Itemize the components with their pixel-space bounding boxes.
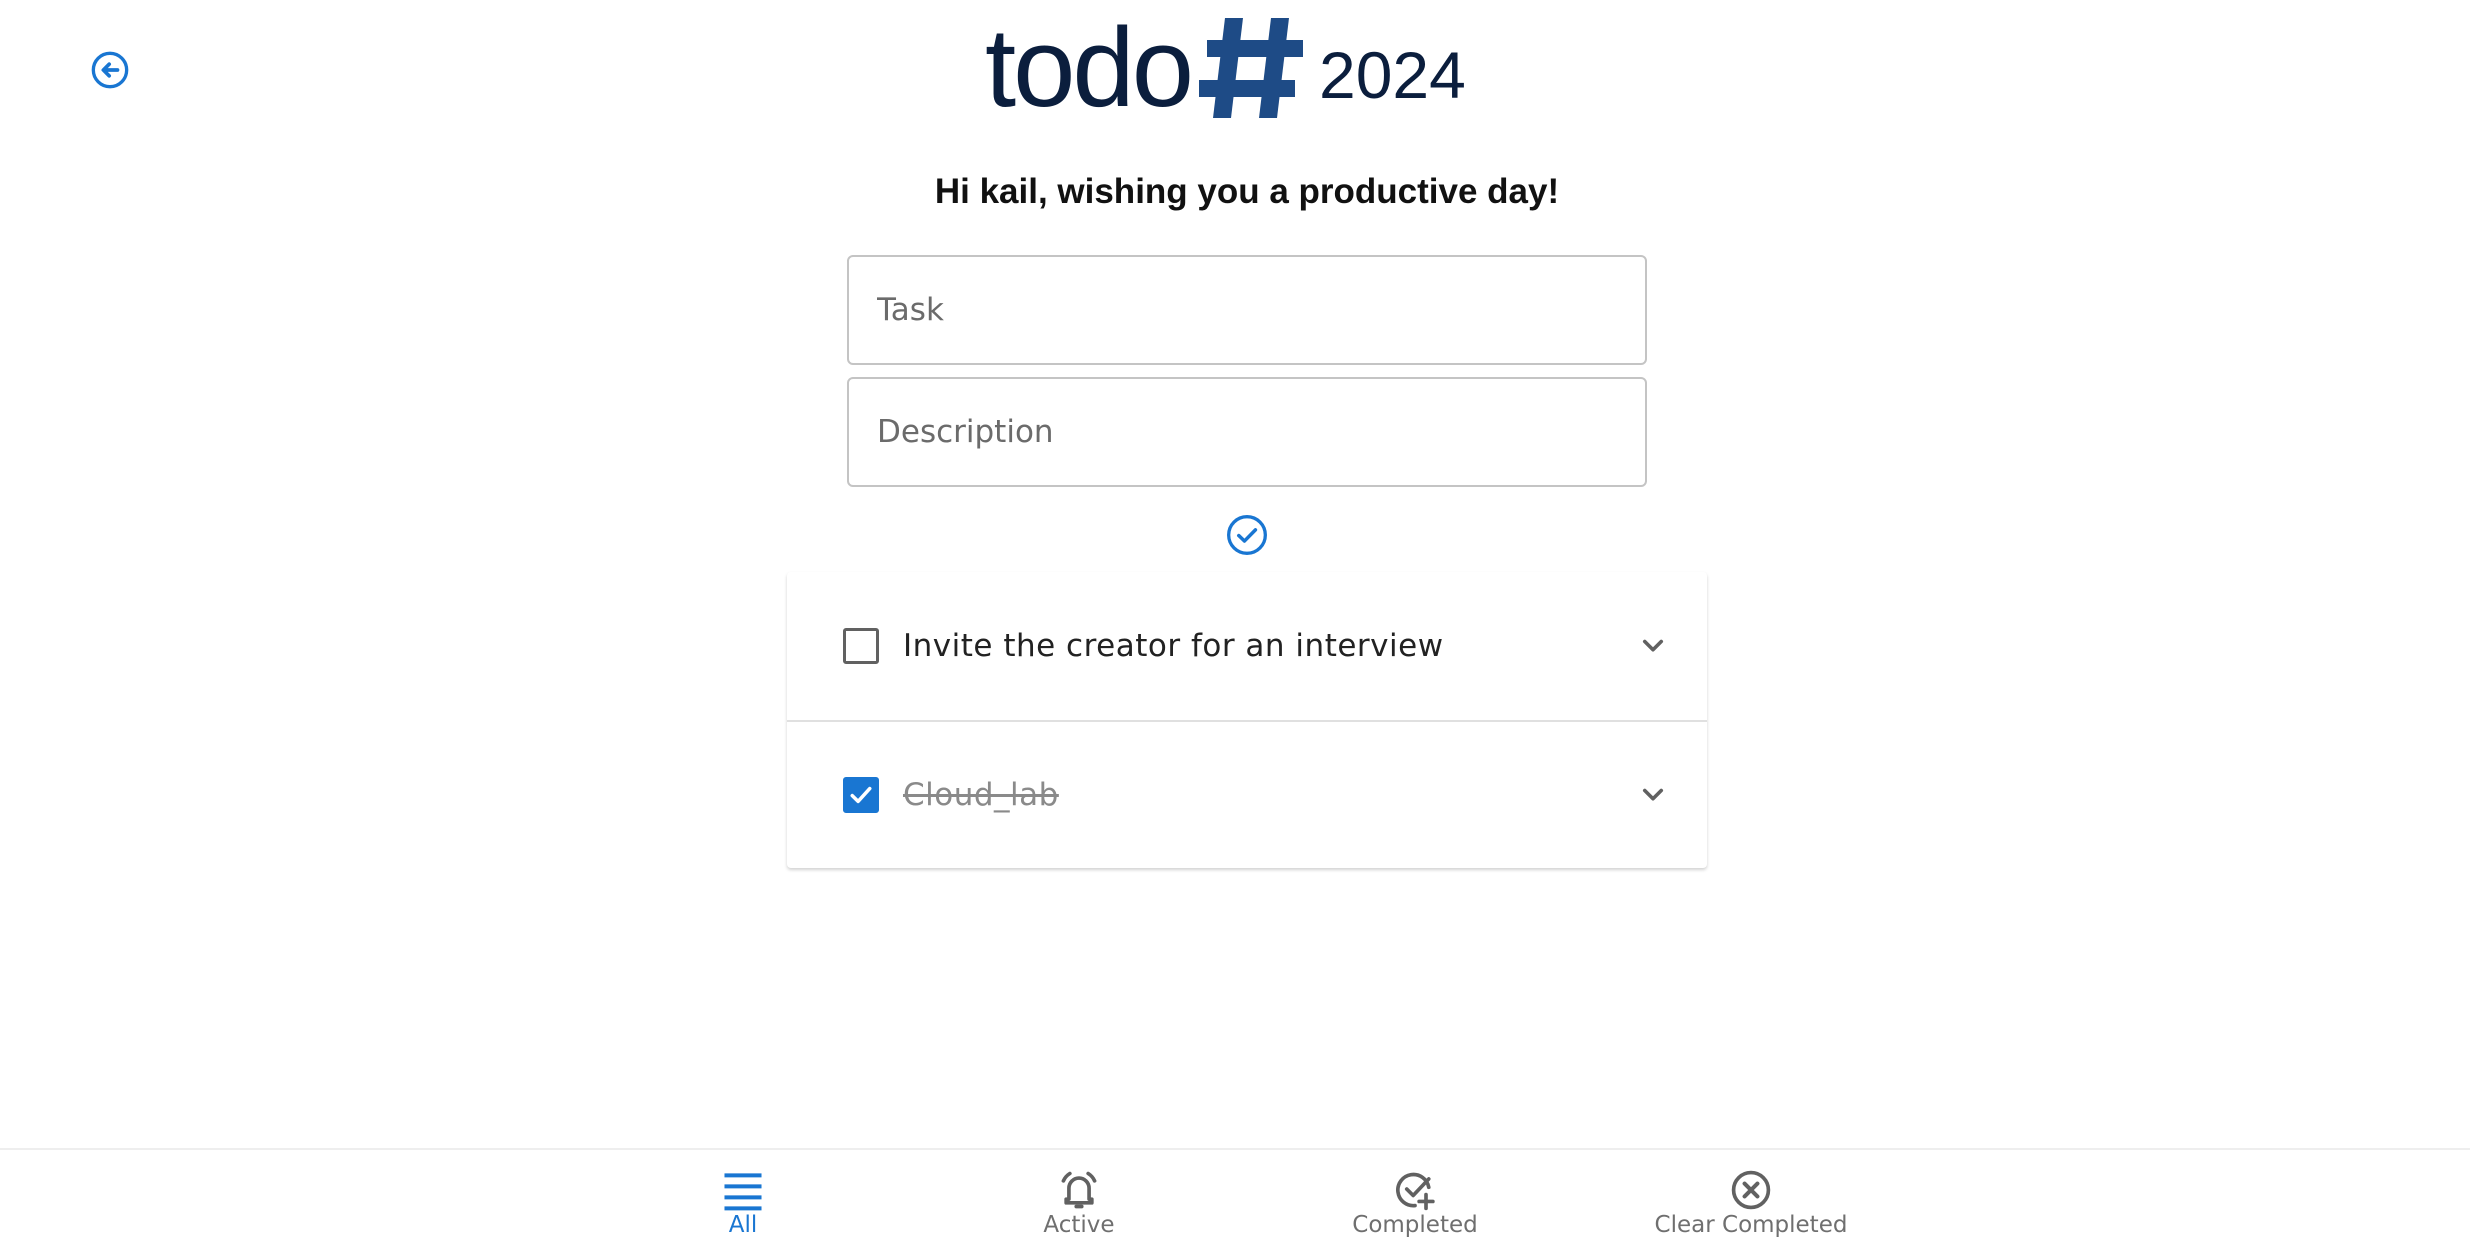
description-input[interactable] xyxy=(849,379,1645,485)
hashtag-logo-icon xyxy=(1198,18,1303,118)
todo-app: todo 2024 Hi kail, wishing you a product… xyxy=(0,0,2470,1242)
todo-checkbox[interactable] xyxy=(843,628,879,664)
menu-icon xyxy=(724,1173,762,1211)
logo-word: todo xyxy=(985,5,1194,130)
nav-clear-completed-label: Clear Completed xyxy=(1654,1212,1848,1238)
description-field[interactable] xyxy=(847,377,1647,487)
greeting-heading: Hi kail, wishing you a productive day! xyxy=(934,172,1560,211)
nav-completed[interactable]: Completed xyxy=(1305,1168,1525,1238)
app-logo: todo 2024 xyxy=(985,5,1466,130)
nav-active-label: Active xyxy=(1043,1212,1115,1238)
todo-item[interactable]: Cloud_lab xyxy=(787,720,1707,868)
check-circle-icon xyxy=(1227,515,1267,555)
chevron-down-icon xyxy=(1642,639,1664,652)
nav-completed-label: Completed xyxy=(1352,1212,1478,1238)
todo-title: Cloud_lab xyxy=(903,777,1059,813)
arrow-circle-left-icon xyxy=(91,51,129,89)
todo-item[interactable]: Invite the creator for an interview xyxy=(787,572,1707,720)
add-task-button[interactable] xyxy=(1225,513,1269,557)
checkmark-icon xyxy=(850,786,872,804)
expand-button[interactable] xyxy=(1635,628,1671,664)
task-field[interactable] xyxy=(847,255,1647,365)
bottom-navigation: All Active Completed Clear Completed xyxy=(0,1148,2470,1242)
nav-active[interactable]: Active xyxy=(969,1168,1189,1238)
alarm-bell-icon xyxy=(1061,1171,1097,1209)
chevron-down-icon xyxy=(1642,788,1664,801)
nav-clear-completed[interactable]: Clear Completed xyxy=(1641,1168,1861,1238)
task-input[interactable] xyxy=(849,257,1645,363)
todo-title: Invite the creator for an interview xyxy=(903,628,1444,664)
todo-list: Invite the creator for an interview Clou… xyxy=(787,572,1707,868)
expand-button[interactable] xyxy=(1635,777,1671,813)
logo-year: 2024 xyxy=(1318,38,1466,112)
back-button[interactable] xyxy=(88,48,132,92)
check-plus-icon xyxy=(1396,1172,1435,1211)
nav-all-label: All xyxy=(728,1212,758,1238)
cancel-circle-icon xyxy=(1731,1170,1771,1210)
nav-all[interactable]: All xyxy=(633,1168,853,1238)
todo-checkbox-checked[interactable] xyxy=(843,777,879,813)
